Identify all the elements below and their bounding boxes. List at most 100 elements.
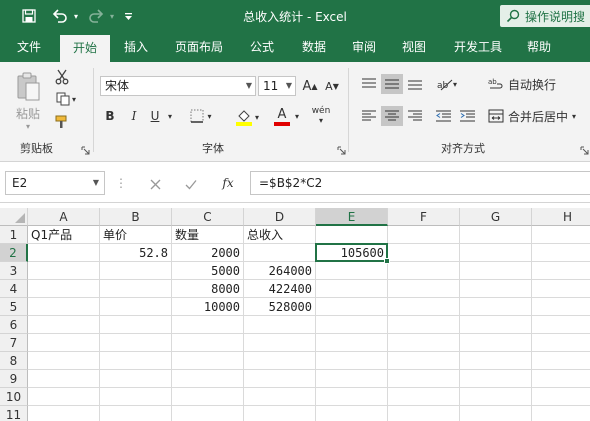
cell-e4[interactable] [316,280,388,298]
select-all-corner[interactable] [0,208,28,226]
column-header-h[interactable]: H [532,208,590,226]
cell-g3[interactable] [460,262,532,280]
cell-b7[interactable] [100,334,172,352]
cell-h6[interactable] [532,316,590,334]
cell-d4[interactable]: 422400 [244,280,316,298]
column-header-b[interactable]: B [100,208,172,226]
cell-d7[interactable] [244,334,316,352]
cell-d1[interactable]: 总收入 [244,226,316,244]
font-name-dropdown[interactable]: 宋体 ▼ [100,76,256,96]
row-header-11[interactable]: 11 [0,406,28,421]
cell-h3[interactable] [532,262,590,280]
cell-h9[interactable] [532,370,590,388]
font-size-dropdown[interactable]: 11 ▼ [258,76,296,96]
cell-c2[interactable]: 2000 [172,244,244,262]
cell-d2[interactable] [244,244,316,262]
decrease-font-size-button[interactable]: A ▼ [323,77,341,95]
cell-c11[interactable] [172,406,244,421]
row-header-10[interactable]: 10 [0,388,28,406]
formula-bar-splitter[interactable]: ⋮ [115,175,127,191]
middle-align-button[interactable] [381,74,403,94]
cell-d3[interactable]: 264000 [244,262,316,280]
tab-view[interactable]: 视图 [393,32,435,62]
tab-file[interactable]: 文件 [8,32,50,62]
cell-h8[interactable] [532,352,590,370]
underline-dropdown-icon[interactable]: ▾ [164,106,176,126]
increase-font-size-button[interactable]: A ▲ [301,77,319,95]
cell-g2[interactable] [460,244,532,262]
cell-g4[interactable] [460,280,532,298]
cell-c3[interactable]: 5000 [172,262,244,280]
clipboard-launcher-icon[interactable] [81,146,90,155]
underline-button[interactable]: U [146,106,164,126]
cell-a4[interactable] [28,280,100,298]
cell-g10[interactable] [460,388,532,406]
cell-d6[interactable] [244,316,316,334]
cell-b5[interactable] [100,298,172,316]
cell-c10[interactable] [172,388,244,406]
cell-e1[interactable] [316,226,388,244]
cut-button[interactable] [52,68,72,86]
cell-b1[interactable]: 单价 [100,226,172,244]
cell-e5[interactable] [316,298,388,316]
row-header-1[interactable]: 1 [0,226,28,244]
cell-h11[interactable] [532,406,590,421]
orientation-button[interactable]: ab ▾ [432,74,462,94]
cell-c1[interactable]: 数量 [172,226,244,244]
row-header-4[interactable]: 4 [0,280,28,298]
fill-color-button[interactable]: ▾ [230,106,264,128]
cell-c9[interactable] [172,370,244,388]
column-header-c[interactable]: C [172,208,244,226]
cell-g9[interactable] [460,370,532,388]
formula-input[interactable]: =$B$2*C2 [250,171,590,195]
format-painter-button[interactable] [52,113,72,131]
alignment-launcher-icon[interactable] [580,146,589,155]
font-launcher-icon[interactable] [337,146,346,155]
name-box[interactable]: E2 ▼ [5,171,105,195]
column-header-e[interactable]: E [316,208,388,226]
cell-h10[interactable] [532,388,590,406]
cell-f6[interactable] [388,316,460,334]
cell-b9[interactable] [100,370,172,388]
tab-review[interactable]: 审阅 [343,32,385,62]
cell-c4[interactable]: 8000 [172,280,244,298]
decrease-indent-button[interactable] [432,106,454,126]
cell-a7[interactable] [28,334,100,352]
top-align-button[interactable] [358,74,380,94]
tab-developer[interactable]: 开发工具 [445,32,511,62]
fill-handle[interactable] [384,258,390,264]
cell-d5[interactable]: 528000 [244,298,316,316]
cell-b3[interactable] [100,262,172,280]
cell-b8[interactable] [100,352,172,370]
cell-f2[interactable] [388,244,460,262]
borders-button[interactable]: ▾ [186,106,216,126]
cell-h1[interactable] [532,226,590,244]
column-header-g[interactable]: G [460,208,532,226]
row-header-5[interactable]: 5 [0,298,28,316]
cell-c6[interactable] [172,316,244,334]
cell-c8[interactable] [172,352,244,370]
cell-f1[interactable] [388,226,460,244]
cell-a5[interactable] [28,298,100,316]
tab-formulas[interactable]: 公式 [241,32,283,62]
cell-e10[interactable] [316,388,388,406]
bold-button[interactable]: B [100,106,120,126]
cell-b11[interactable] [100,406,172,421]
cell-g6[interactable] [460,316,532,334]
cell-b4[interactable] [100,280,172,298]
cell-g8[interactable] [460,352,532,370]
row-header-6[interactable]: 6 [0,316,28,334]
tab-help[interactable]: 帮助 [518,32,560,62]
cell-h5[interactable] [532,298,590,316]
cell-a2[interactable] [28,244,100,262]
cell-a1[interactable]: Q1产品 [28,226,100,244]
row-header-8[interactable]: 8 [0,352,28,370]
tab-insert[interactable]: 插入 [115,32,157,62]
cell-f9[interactable] [388,370,460,388]
cell-d11[interactable] [244,406,316,421]
cell-f11[interactable] [388,406,460,421]
cell-b10[interactable] [100,388,172,406]
cell-g1[interactable] [460,226,532,244]
font-color-dropdown-icon[interactable]: ▾ [292,106,302,126]
wrap-text-button[interactable]: ab 自动换行 [488,74,566,94]
